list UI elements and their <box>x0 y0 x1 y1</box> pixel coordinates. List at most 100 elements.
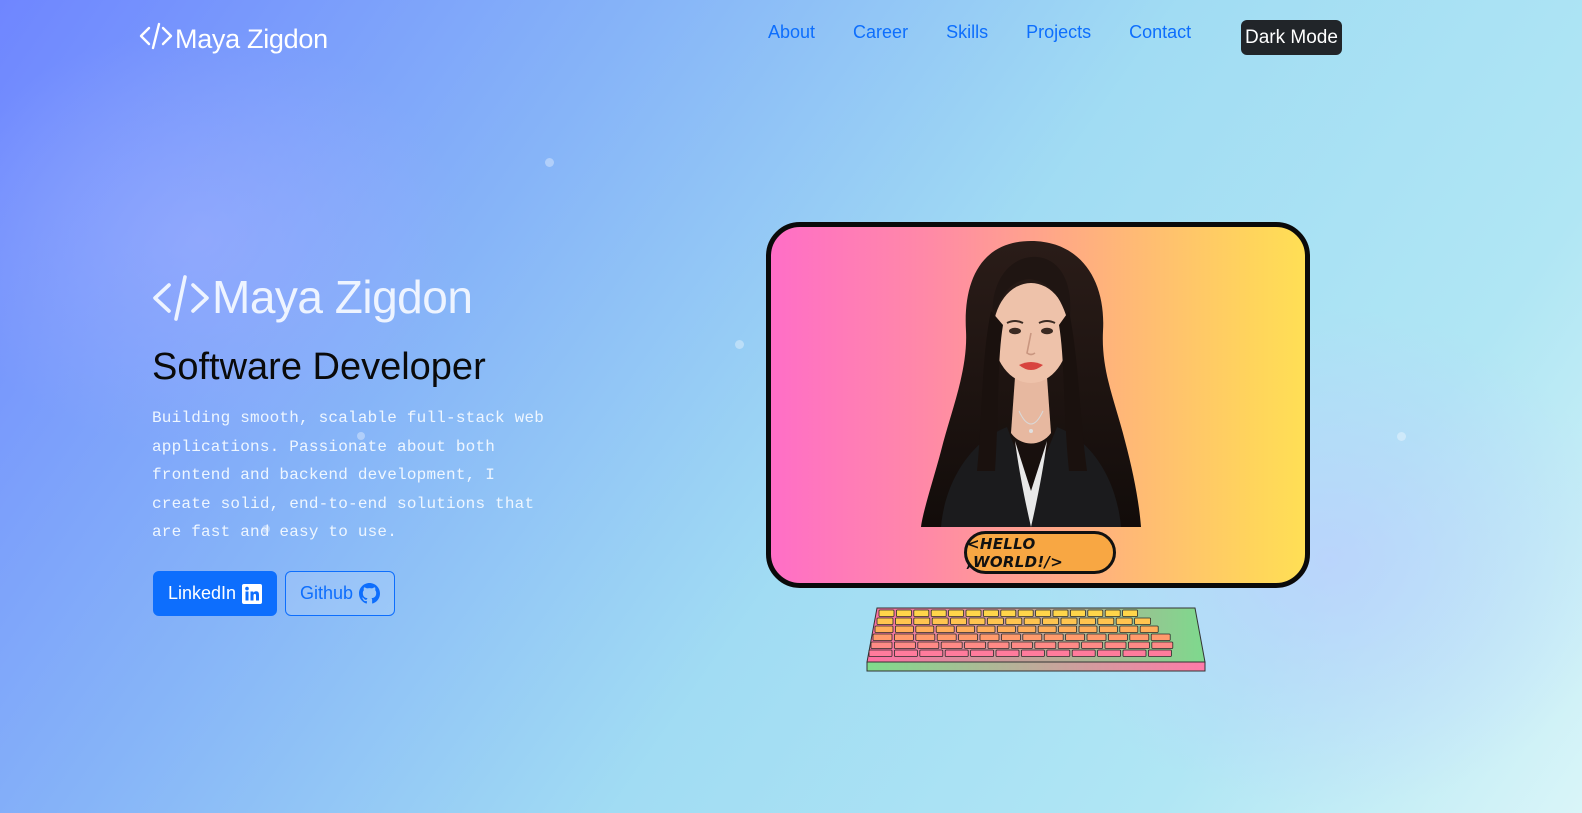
keyboard-key <box>917 641 940 649</box>
linkedin-icon <box>242 583 263 604</box>
keyboard-key <box>1023 617 1041 625</box>
keyboard-key <box>1097 617 1115 625</box>
keyboard-key <box>976 625 996 633</box>
keyboard-key <box>1000 633 1021 641</box>
nav-links: About Career Skills Projects Contact <box>768 22 1229 43</box>
nav-link-about[interactable]: About <box>768 22 815 43</box>
keyboard-key <box>1150 633 1171 641</box>
keyboard-key <box>913 609 930 617</box>
keyboard-key <box>987 617 1004 625</box>
keyboard-key <box>1127 641 1150 649</box>
keyboard-key <box>1104 609 1121 617</box>
keyboard-key <box>935 625 955 633</box>
keyboard-key <box>1060 617 1078 625</box>
keyboard-key <box>1104 641 1127 649</box>
keyboard-key <box>893 649 918 657</box>
keyboard-key <box>1087 609 1104 617</box>
hero-name: Maya Zigdon <box>152 270 473 324</box>
nav-link-contact[interactable]: Contact <box>1129 22 1191 43</box>
keyboard-key <box>1115 617 1133 625</box>
navbar-brand[interactable]: Maya Zigdon <box>139 20 328 59</box>
nav-link-career[interactable]: Career <box>853 22 908 43</box>
keyboard-key <box>1107 633 1128 641</box>
keyboard-key <box>1065 633 1086 641</box>
keyboard-key <box>913 617 931 625</box>
navbar-brand-name: Maya Zigdon <box>175 24 328 54</box>
keyboard-key <box>868 649 893 657</box>
keyboard-key <box>1069 609 1086 617</box>
keyboard-key <box>1139 625 1159 633</box>
monitor-illustration: <HELLO ,WORLD!/> <box>766 222 1310 588</box>
keyboard-key <box>983 609 999 617</box>
nav-link-skills[interactable]: Skills <box>946 22 988 43</box>
keyboard-key <box>1147 649 1172 657</box>
keyboard-key <box>1034 641 1057 649</box>
hero-title: Software Developer <box>152 346 486 388</box>
keyboard-key <box>979 633 1000 641</box>
keyboard-key <box>1071 649 1096 657</box>
keyboard-key <box>915 633 936 641</box>
keyboard-key <box>1022 633 1043 641</box>
keyboard-key <box>948 609 964 617</box>
dark-mode-button[interactable]: Dark Mode <box>1241 20 1342 55</box>
keyboard-key <box>1000 609 1017 617</box>
keyboard-key <box>919 649 944 657</box>
keyboard-key <box>1037 625 1057 633</box>
hero-name-text: Maya Zigdon <box>212 271 473 323</box>
keyboard-key <box>870 641 893 649</box>
keyboard-key <box>893 641 916 649</box>
keyboard-key <box>1098 625 1118 633</box>
keyboard-key <box>878 609 895 617</box>
nav-link-projects[interactable]: Projects <box>1026 22 1091 43</box>
keyboard-key <box>1035 609 1052 617</box>
keyboard-key <box>894 625 914 633</box>
keyboard-key <box>1151 641 1174 649</box>
background-particle <box>735 340 744 349</box>
keyboard-key <box>964 641 986 649</box>
keyboard-key <box>1081 641 1104 649</box>
keyboard-key <box>1046 649 1071 657</box>
keyboard-key <box>987 641 1010 649</box>
keyboard-key <box>872 633 893 641</box>
hello-world-badge: <HELLO ,WORLD!/> <box>964 531 1116 574</box>
github-icon <box>359 583 381 604</box>
keyboard-key <box>893 633 914 641</box>
keyboard-key <box>1042 617 1060 625</box>
keyboard-key <box>996 625 1016 633</box>
keyboard-key <box>1005 617 1023 625</box>
keyboard-key <box>956 625 975 633</box>
github-button-label: Github <box>300 583 354 603</box>
keyboard-key <box>931 617 949 625</box>
keyboard-key <box>876 617 894 625</box>
keyboard-key <box>1017 625 1037 633</box>
keyboard-key <box>1017 609 1034 617</box>
background-particle <box>545 158 554 167</box>
keyboard-key <box>1020 649 1045 657</box>
keyboard-key <box>944 649 969 657</box>
keyboard-key <box>968 617 986 625</box>
keyboard-key <box>894 617 912 625</box>
keyboard-key <box>970 649 994 657</box>
navbar: Maya Zigdon About Career Skills Projects… <box>0 0 1582 76</box>
keyboard-key <box>895 609 912 617</box>
keyboard-key <box>1057 641 1080 649</box>
keyboard-key <box>1078 625 1098 633</box>
code-icon <box>152 271 210 323</box>
linkedin-button[interactable]: LinkedIn <box>153 571 278 616</box>
keyboard-key <box>1086 633 1107 641</box>
keyboard-key <box>1119 625 1139 633</box>
keyboard-key <box>930 609 947 617</box>
keyboard-key <box>1129 633 1150 641</box>
keyboard-key <box>1010 641 1033 649</box>
linkedin-button-label: LinkedIn <box>168 583 237 603</box>
keyboard-key <box>1058 625 1078 633</box>
keyboard-key <box>1122 609 1139 617</box>
keyboard-key <box>965 609 982 617</box>
keyboard-key <box>958 633 978 641</box>
github-button[interactable]: Github <box>285 571 396 616</box>
keyboard-key <box>1078 617 1096 625</box>
background-particle <box>1397 432 1406 441</box>
keyboard-key <box>995 649 1020 657</box>
profile-photo <box>921 241 1141 527</box>
keyboard-key <box>915 625 935 633</box>
